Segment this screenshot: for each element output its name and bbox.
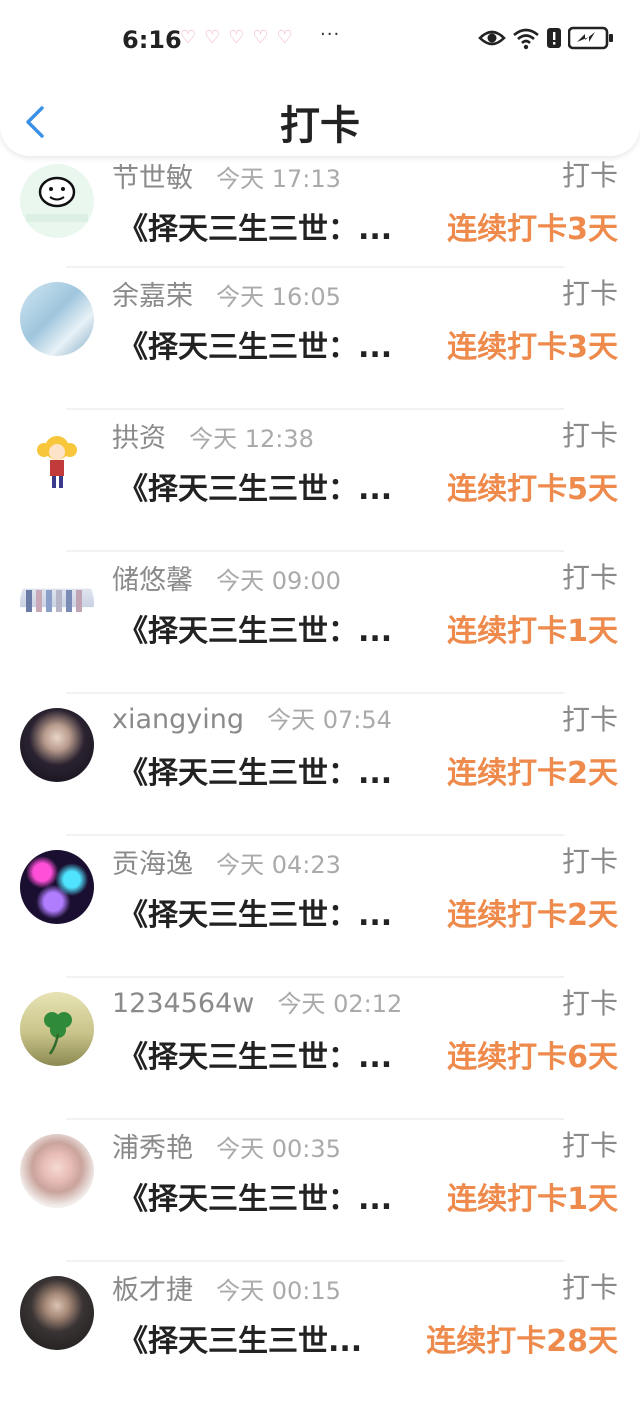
checkin-list: 节世敏 今天 17:13 打卡 《择天三生三世：... 连续打卡3天 余嘉荣 今… [0,152,640,1404]
user-name[interactable]: 节世敏 [112,163,193,194]
status-bar: 6:16 ♡ ♡ ♡ ♡ ♡ ··· [0,18,640,64]
cartoon-face-icon [26,176,88,222]
book-title[interactable]: 《择天三生三世：... [118,1174,422,1214]
clover-icon [44,1012,72,1055]
avatar[interactable] [20,850,94,924]
list-item[interactable]: 贡海逸 今天 04:23 打卡 《择天三生三世：... 连续打卡2天 [0,836,640,978]
checkin-time: 今天 09:00 [216,567,341,595]
group-photo-icon [26,590,82,612]
streak-count: 连续打卡3天 [447,212,618,247]
user-name[interactable]: xiangying [112,704,244,735]
user-name[interactable]: 贡海逸 [112,849,193,880]
list-item[interactable]: xiangying 今天 07:54 打卡 《择天三生三世：... 连续打卡2天 [0,694,640,836]
list-item[interactable]: 浦秀艳 今天 00:35 打卡 《择天三生三世：... 连续打卡1天 [0,1120,640,1262]
checkin-label: 打卡 [561,159,618,192]
book-title[interactable]: 《择天三生三世：... [118,204,422,244]
checkin-time: 今天 17:13 [216,165,341,193]
status-time: 6:16 [122,26,182,54]
checkin-time: 今天 02:12 [277,990,403,1018]
checkin-label: 打卡 [561,845,618,878]
user-name[interactable]: 1234564w [112,988,254,1019]
heart-icon: ♡ [180,27,197,48]
streak-count: 连续打卡5天 [447,472,618,507]
header: 6:16 ♡ ♡ ♡ ♡ ♡ ··· 打卡 [0,0,640,156]
checkin-time: 今天 12:38 [189,425,314,453]
wifi-icon [513,28,539,50]
page-title: 打卡 [280,103,360,149]
avatar[interactable] [20,424,94,498]
list-item[interactable]: 节世敏 今天 17:13 打卡 《择天三生三世：... 连续打卡3天 [0,152,640,268]
checkin-time: 今天 07:54 [267,706,392,734]
anime-girl-icon [37,436,77,488]
checkin-label: 打卡 [561,1129,618,1162]
list-item[interactable]: 储悠馨 今天 09:00 打卡 《择天三生三世：... 连续打卡1天 [0,552,640,694]
streak-count: 连续打卡1天 [447,1182,618,1217]
heart-icon: ♡ [204,27,221,48]
checkin-label: 打卡 [561,703,618,736]
avatar[interactable] [20,164,94,238]
avatar[interactable] [20,282,94,356]
book-title[interactable]: 《择天三生三世：... [118,890,422,930]
checkin-label: 打卡 [561,561,618,594]
streak-count: 连续打卡2天 [447,898,618,933]
book-title[interactable]: 《择天三生三世：... [118,322,422,362]
book-title[interactable]: 《择天三生三世：... [118,606,422,646]
user-name[interactable]: 浦秀艳 [112,1133,193,1164]
checkin-time: 今天 04:23 [216,851,341,879]
avatar[interactable] [20,1134,94,1208]
streak-count: 连续打卡28天 [426,1324,618,1359]
checkin-label: 打卡 [561,419,618,452]
user-name[interactable]: 拱资 [112,423,166,454]
user-name[interactable]: 储悠馨 [112,565,193,596]
book-title[interactable]: 《择天三生三世：... [118,748,422,788]
user-name[interactable]: 余嘉荣 [112,281,193,312]
streak-count: 连续打卡3天 [447,330,618,365]
user-name[interactable]: 板才捷 [112,1275,193,1306]
streak-count: 连续打卡6天 [447,1040,618,1075]
alert-icon [547,28,561,48]
heart-icon: ♡ [276,27,293,48]
list-item[interactable]: 拱资 今天 12:38 打卡 《择天三生三世：... 连续打卡5天 [0,410,640,552]
list-item[interactable]: 余嘉荣 今天 16:05 打卡 《择天三生三世：... 连续打卡3天 [0,268,640,410]
checkin-label: 打卡 [561,987,618,1020]
list-item[interactable]: 板才捷 今天 00:15 打卡 《择天三生三世... 连续打卡28天 [0,1262,640,1404]
book-title[interactable]: 《择天三生三世：... [118,1032,422,1072]
heart-icon: ♡ [228,27,245,48]
book-title[interactable]: 《择天三生三世：... [118,464,422,504]
avatar[interactable] [20,708,94,782]
book-title[interactable]: 《择天三生三世... [118,1316,394,1356]
eye-icon [478,30,506,46]
streak-count: 连续打卡1天 [447,614,618,649]
avatar[interactable] [20,992,94,1066]
battery-charging-icon [568,26,613,50]
title-bar: 打卡 [0,96,640,156]
avatar[interactable] [20,1276,94,1350]
notification-icons: ♡ ♡ ♡ ♡ ♡ [180,28,293,48]
checkin-time: 今天 00:15 [216,1277,341,1305]
checkin-label: 打卡 [561,277,618,310]
checkin-label: 打卡 [561,1271,618,1304]
more-notifications-indicator: ··· [320,24,341,45]
streak-count: 连续打卡2天 [447,756,618,791]
checkin-time: 今天 00:35 [216,1135,341,1163]
avatar[interactable] [20,566,94,640]
checkin-time: 今天 16:05 [216,283,341,311]
heart-icon: ♡ [252,27,269,48]
list-item[interactable]: 1234564w 今天 02:12 打卡 《择天三生三世：... 连续打卡6天 [0,978,640,1120]
